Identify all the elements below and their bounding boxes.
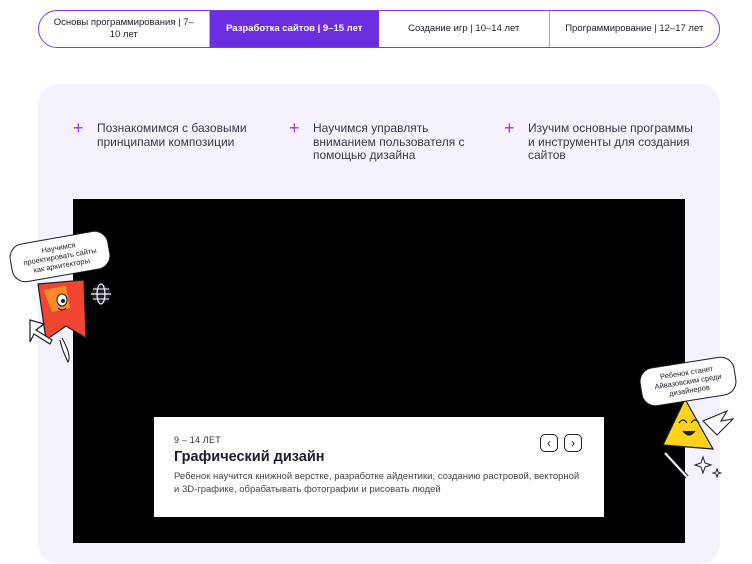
course-description: Ребенок научится книжной верстке, разраб… [174,471,580,495]
course-card: 9 – 14 ЛЕТ Графический дизайн Ребенок на… [154,417,604,517]
tab-game-creation[interactable]: Создание игр | 10–14 лет [379,11,550,47]
chevron-right-icon: › [571,436,575,450]
globe-icon [91,283,111,305]
next-button[interactable]: › [564,434,582,452]
tab-programming[interactable]: Программирование | 12–17 лет [550,11,720,47]
course-title: Графический дизайн [174,449,325,465]
tab-web-development[interactable]: Разработка сайтов | 9–15 лет [209,11,379,47]
prev-button[interactable]: ‹ [540,434,558,452]
carousel-controls: ‹ › [540,434,582,452]
feature-text: Изучим основные программы и инструменты … [528,121,693,162]
plus-icon: + [504,118,515,138]
feature-text: Познакомимся с базовыми принципами компо… [97,121,247,149]
plus-icon: + [73,118,84,138]
tab-basics[interactable]: Основы программирования | 7–10 лет [39,11,210,47]
age-tabs: Основы программирования | 7–10 лет Разра… [38,10,720,48]
feature-item: + Изучим основные программы и инструмент… [504,118,693,163]
chevron-left-icon: ‹ [547,436,551,450]
feature-item: + Познакомимся с базовыми принципами ком… [73,118,262,149]
age-label: 9 – 14 ЛЕТ [174,435,221,445]
plus-icon: + [289,118,300,138]
feature-item: + Научимся управлять вниманием пользоват… [289,118,478,163]
feature-text: Научимся управлять вниманием пользовател… [313,121,465,162]
triangle-character-illustration [662,397,735,479]
